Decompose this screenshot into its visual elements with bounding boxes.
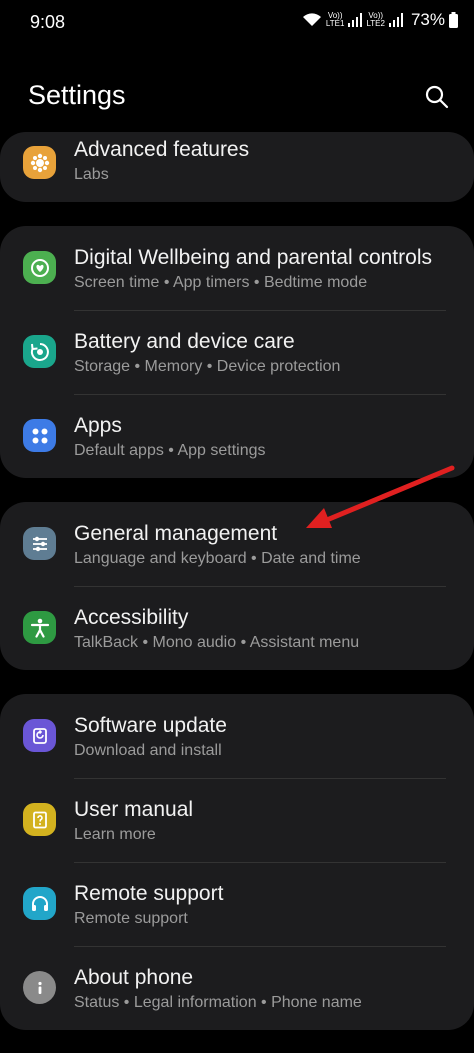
item-subtitle: Default apps • App settings: [74, 442, 266, 459]
item-subtitle: Remote support: [74, 910, 188, 927]
item-subtitle: Learn more: [74, 826, 156, 843]
software-update-icon: [23, 719, 56, 752]
sim2-label: Vo)) LTE2: [366, 11, 385, 28]
item-subtitle: Language and keyboard • Date and time: [74, 550, 361, 567]
item-subtitle: Status • Legal information • Phone name: [74, 994, 362, 1011]
accessibility-icon: [23, 611, 56, 644]
item-subtitle: Screen time • App timers • Bedtime mode: [74, 274, 368, 291]
software-update-item[interactable]: Software update Download and install: [0, 694, 474, 778]
wellbeing-icon: [23, 251, 56, 284]
manual-icon: [23, 803, 56, 836]
apps-item[interactable]: Apps Default apps • App settings: [0, 394, 474, 478]
apps-icon: [23, 419, 56, 452]
status-icons: Vo)) LTE1 Vo)) LTE2 73%: [302, 10, 458, 30]
settings-group-1: Advanced features Labs: [0, 132, 474, 202]
settings-group-4: Software update Download and install Use…: [0, 694, 474, 1030]
item-title: Remote support: [74, 882, 224, 905]
user-manual-item[interactable]: User manual Learn more: [0, 778, 474, 862]
headset-icon: [23, 887, 56, 920]
item-title: General management: [74, 522, 278, 545]
status-bar: 9:08 Vo)) LTE1 Vo)) LTE2 73%: [0, 0, 474, 46]
remote-support-item[interactable]: Remote support Remote support: [0, 862, 474, 946]
battery-device-care-item[interactable]: Battery and device care Storage • Memory…: [0, 310, 474, 394]
item-title: Software update: [74, 714, 227, 737]
item-title: Advanced features: [74, 138, 250, 161]
about-phone-item[interactable]: About phone Status • Legal information •…: [0, 946, 474, 1030]
accessibility-item[interactable]: Accessibility TalkBack • Mono audio • As…: [0, 586, 474, 670]
sliders-icon: [23, 527, 56, 560]
info-icon: [23, 971, 56, 1004]
settings-group-3: General management Language and keyboard…: [0, 502, 474, 670]
battery-icon: [449, 12, 458, 28]
page-title: Settings: [28, 80, 126, 110]
item-title: Apps: [74, 414, 122, 437]
item-title: Accessibility: [74, 606, 189, 629]
sim1-label: Vo)) LTE1: [325, 11, 345, 28]
item-title: Digital Wellbeing and parental controls: [74, 246, 432, 269]
settings-group-2: Digital Wellbeing and parental controls …: [0, 226, 474, 478]
signal-icon-2: [388, 13, 403, 27]
digital-wellbeing-item[interactable]: Digital Wellbeing and parental controls …: [0, 226, 474, 310]
search-icon: [425, 85, 449, 109]
search-button[interactable]: [424, 84, 450, 110]
wifi-icon: [302, 12, 322, 28]
item-subtitle: TalkBack • Mono audio • Assistant menu: [74, 634, 360, 651]
device-care-icon: [23, 335, 56, 368]
item-subtitle: Labs: [74, 166, 109, 183]
item-subtitle: Storage • Memory • Device protection: [74, 358, 341, 375]
battery-percent: 73%: [410, 10, 445, 29]
item-title: User manual: [74, 798, 194, 821]
item-title: Battery and device care: [74, 330, 295, 353]
general-management-item[interactable]: General management Language and keyboard…: [0, 502, 474, 586]
item-title: About phone: [74, 966, 194, 989]
advanced-features-item[interactable]: Advanced features Labs: [0, 132, 474, 202]
star-gear-icon: [23, 146, 56, 179]
item-subtitle: Download and install: [74, 742, 222, 759]
status-time: 9:08: [30, 12, 66, 32]
signal-icon-1: [348, 13, 363, 27]
